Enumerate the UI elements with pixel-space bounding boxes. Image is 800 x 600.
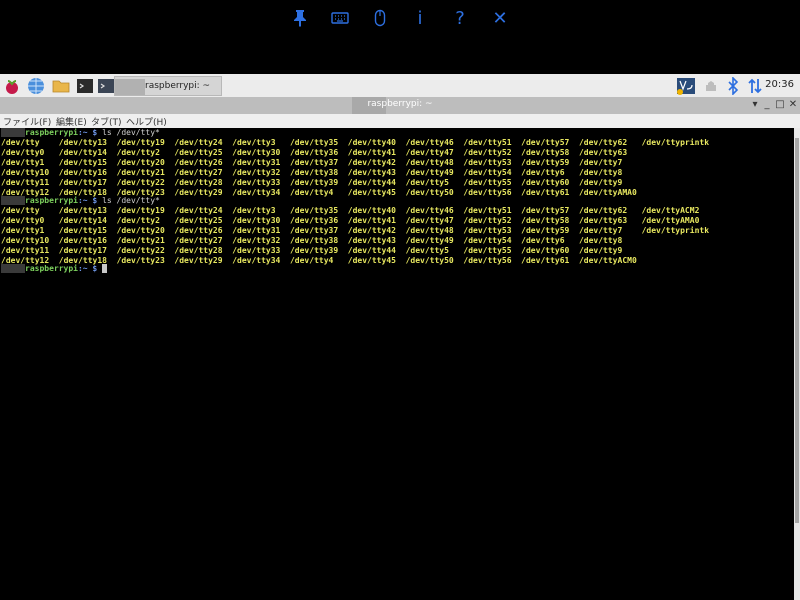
scrollbar-thumb[interactable] [795, 138, 799, 523]
output-line: /dev/tty10 /dev/tty16 /dev/tty21 /dev/tt… [1, 168, 623, 177]
file-manager-icon[interactable] [52, 77, 70, 95]
help-icon[interactable]: ? [446, 6, 474, 30]
terminal-scrollbar[interactable] [794, 128, 800, 600]
raspberry-menu-icon[interactable] [3, 77, 21, 95]
mouse-icon[interactable] [366, 6, 394, 30]
keyboard-icon[interactable] [326, 6, 354, 30]
terminal-output[interactable]: raspberrypi:~ $ ls /dev/tty* /dev/tty /d… [0, 128, 794, 600]
browser-icon[interactable] [27, 77, 45, 95]
redacted-username [115, 79, 145, 95]
window-titlebar[interactable]: raspberrypi: ~ ▾ _ □ ✕ [0, 97, 800, 114]
redacted-username [1, 128, 25, 137]
prompt-line: raspberrypi:~ $ [1, 264, 108, 274]
prompt-line: raspberrypi:~ $ ls /dev/tty* [1, 128, 160, 138]
output-line: /dev/tty10 /dev/tty16 /dev/tty21 /dev/tt… [1, 236, 623, 245]
output-line: /dev/tty0 /dev/tty14 /dev/tty2 /dev/tty2… [1, 216, 700, 225]
close-button[interactable]: ✕ [786, 99, 800, 110]
output-line: /dev/tty1 /dev/tty15 /dev/tty20 /dev/tty… [1, 158, 623, 167]
clock[interactable]: 20:36 [765, 79, 794, 90]
output-line: /dev/tty /dev/tty13 /dev/tty19 /dev/tty2… [1, 138, 710, 147]
menu-bar: ファイル(F) 編集(E) タブ(T) ヘルプ(H) [0, 114, 800, 128]
redacted-username [1, 196, 25, 205]
output-line: /dev/tty11 /dev/tty17 /dev/tty22 /dev/tt… [1, 178, 623, 187]
maximize-button[interactable]: □ [773, 99, 787, 110]
taskbar-window-label: raspberrypi: ~ [145, 81, 211, 91]
taskbar-window-button[interactable]: raspberrypi: ~ [114, 76, 222, 96]
output-line: /dev/tty11 /dev/tty17 /dev/tty22 /dev/tt… [1, 246, 623, 255]
minimize-button[interactable]: _ [760, 99, 774, 110]
vnc-status-icon[interactable] [676, 77, 696, 95]
output-line: /dev/tty1 /dev/tty15 /dev/tty20 /dev/tty… [1, 226, 710, 235]
window-title: raspberrypi: ~ [367, 99, 433, 109]
terminal-task-icon[interactable] [97, 77, 115, 95]
menu-help[interactable]: ヘルプ(H) [126, 115, 167, 128]
taskbar: raspberrypi: ~ 20:36 [0, 74, 800, 98]
eject-icon[interactable] [702, 77, 720, 95]
bluetooth-icon[interactable] [724, 76, 742, 96]
pin-icon[interactable] [286, 6, 314, 30]
terminal-launcher-icon[interactable] [76, 77, 94, 95]
menu-edit[interactable]: 編集(E) [56, 115, 87, 128]
vnc-toolbar: i ? ✕ [0, 0, 800, 74]
info-icon[interactable]: i [406, 6, 434, 30]
prompt-line: raspberrypi:~ $ ls /dev/tty* [1, 196, 160, 206]
text-cursor [102, 264, 108, 273]
redacted-username [1, 264, 25, 273]
menu-tab[interactable]: タブ(T) [91, 115, 122, 128]
output-line: /dev/tty0 /dev/tty14 /dev/tty2 /dev/tty2… [1, 148, 628, 157]
output-line: /dev/tty /dev/tty13 /dev/tty19 /dev/tty2… [1, 206, 700, 215]
menu-file[interactable]: ファイル(F) [3, 115, 51, 128]
network-icon[interactable] [746, 77, 764, 95]
close-icon[interactable]: ✕ [486, 6, 514, 30]
